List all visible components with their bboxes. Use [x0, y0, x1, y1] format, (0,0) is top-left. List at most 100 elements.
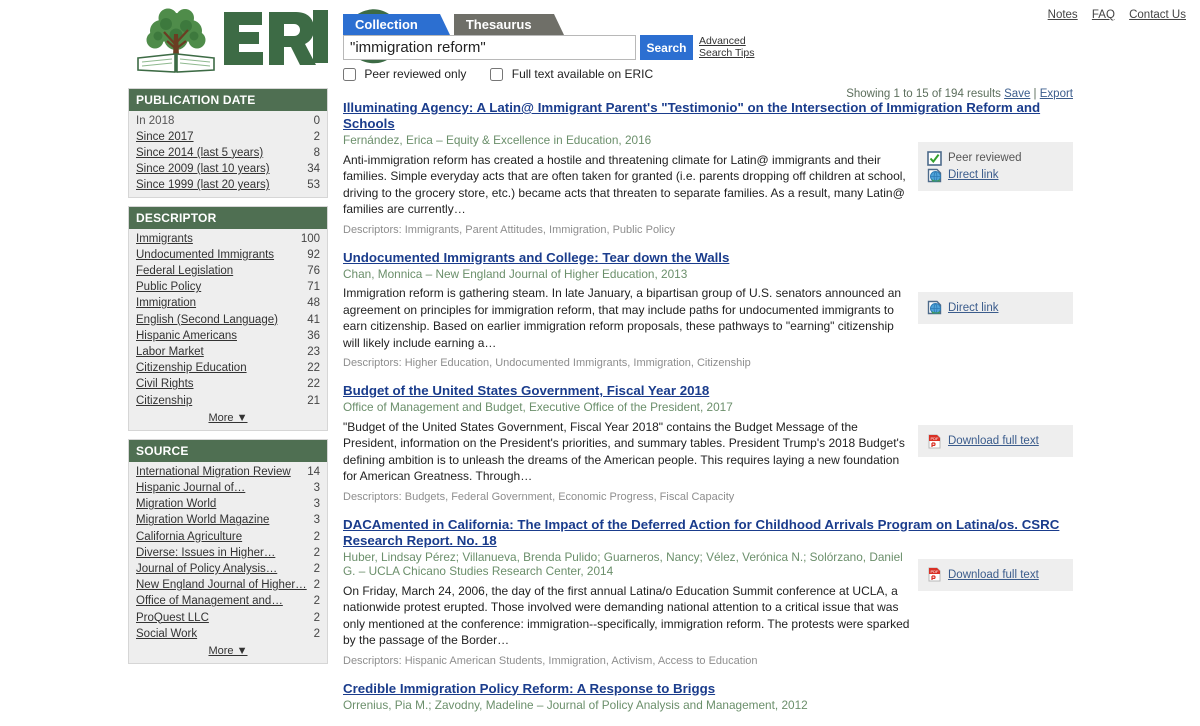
facet-item[interactable]: Public Policy 71: [136, 280, 320, 296]
full-text-checkbox[interactable]: [490, 68, 504, 82]
tab-collection-label: Collection: [355, 17, 418, 32]
result-author-source: Orrenius, Pia M.; Zavodny, Madeline – Jo…: [343, 697, 808, 712]
facet-item-label[interactable]: Civil Rights: [136, 378, 200, 391]
tab-collection[interactable]: Collection: [343, 14, 450, 35]
facet-item-label[interactable]: Federal Legislation: [136, 265, 239, 278]
full-text-filter[interactable]: Full text available on ERIC: [490, 67, 653, 82]
search-tips-link[interactable]: Search Tips: [699, 47, 754, 60]
facet-item-label[interactable]: Migration World: [136, 498, 222, 511]
facet-item-label[interactable]: Undocumented Immigrants: [136, 249, 280, 262]
facet-more-label[interactable]: More ▼: [208, 645, 247, 657]
facet-item-count: 14: [307, 465, 320, 478]
facet-item-label[interactable]: California Agriculture: [136, 531, 248, 544]
result-title-link[interactable]: Undocumented Immigrants and College: Tea…: [343, 250, 1063, 266]
contact-us-link[interactable]: Contact Us: [1129, 9, 1186, 21]
result-descriptors: Descriptors: Hispanic American Students,…: [343, 654, 758, 667]
facet-item-label[interactable]: Since 1999 (last 20 years): [136, 179, 276, 192]
save-results-link[interactable]: Save: [1004, 88, 1030, 100]
result-action-link[interactable]: Direct link: [948, 167, 998, 183]
tab-thesaurus-label: Thesaurus: [465, 17, 532, 32]
facet-item-list: In 2018 0 Since 2017 2 Since 2014 (last 5 ye…: [129, 111, 327, 197]
facet-item-label[interactable]: Diverse: Issues in Higher…: [136, 547, 281, 560]
facet-more-label[interactable]: More ▼: [208, 412, 247, 424]
facet-item[interactable]: Immigrants 100: [136, 231, 320, 247]
facet-item-count: 3: [313, 481, 320, 494]
facet-item[interactable]: Citizenship 21: [136, 393, 320, 409]
facet-item[interactable]: English (Second Language) 41: [136, 312, 320, 328]
tab-thesaurus[interactable]: Thesaurus: [453, 14, 564, 35]
facet-item[interactable]: International Migration Review 14: [136, 464, 320, 480]
facet-item: In 2018 0: [136, 113, 320, 129]
facet-item-count: 2: [313, 130, 320, 143]
result-action-link[interactable]: Download full text: [948, 433, 1039, 449]
result-descriptors: Descriptors: Budgets, Federal Government…: [343, 490, 735, 503]
facet-item[interactable]: Social Work 2: [136, 626, 320, 642]
facet-item-label[interactable]: Journal of Policy Analysis…: [136, 563, 283, 576]
facet-item-label[interactable]: New England Journal of Higher…: [136, 579, 313, 592]
facet-item[interactable]: ProQuest LLC 2: [136, 610, 320, 626]
facet-item-label[interactable]: Labor Market: [136, 346, 210, 359]
facet-item-label[interactable]: Public Policy: [136, 281, 207, 294]
facet-item[interactable]: Federal Legislation 76: [136, 263, 320, 279]
result-author-source: Huber, Lindsay Pérez; Villanueva, Brenda…: [343, 549, 903, 579]
facet-item[interactable]: Citizenship Education 22: [136, 361, 320, 377]
result-title-link[interactable]: Budget of the United States Government, …: [343, 383, 1063, 399]
facet-panel: PUBLICATION DATE In 2018 0 Since 2017 2 Since…: [128, 88, 328, 199]
facet-item-label[interactable]: Social Work: [136, 628, 203, 641]
facet-item-label[interactable]: Office of Management and…: [136, 595, 289, 608]
peer-reviewed-checkbox[interactable]: [343, 68, 356, 82]
result-action[interactable]: Direct link: [927, 167, 1064, 183]
facet-item-label[interactable]: Since 2009 (last 10 years): [136, 163, 276, 176]
facet-item[interactable]: Office of Management and… 2: [136, 594, 320, 610]
facet-item[interactable]: Hispanic Americans 36: [136, 328, 320, 344]
facet-item-label[interactable]: Immigrants: [136, 233, 199, 246]
facet-item[interactable]: Journal of Policy Analysis… 2: [136, 561, 320, 577]
facet-item-count: 41: [307, 313, 320, 326]
facet-item[interactable]: Since 1999 (last 20 years) 53: [136, 178, 320, 194]
advanced-search-link[interactable]: Advanced: [699, 35, 754, 48]
search-input[interactable]: [343, 35, 636, 60]
facet-more-toggle[interactable]: More ▼: [136, 409, 320, 427]
result-action[interactable]: Direct link: [927, 300, 1064, 316]
pdf-icon: PDF: [928, 434, 941, 448]
facet-item-label[interactable]: Since 2014 (last 5 years): [136, 147, 269, 160]
facet-item[interactable]: Since 2014 (last 5 years) 8: [136, 145, 320, 161]
facet-item-label[interactable]: Immigration: [136, 297, 202, 310]
facet-item[interactable]: California Agriculture 2: [136, 529, 320, 545]
search-button[interactable]: Search: [640, 35, 693, 60]
facet-item[interactable]: Hispanic Journal of… 3: [136, 480, 320, 496]
facet-item-count: 21: [307, 394, 320, 407]
facet-item[interactable]: Since 2009 (last 10 years) 34: [136, 162, 320, 178]
facet-item[interactable]: Labor Market 23: [136, 344, 320, 360]
facet-item-label[interactable]: ProQuest LLC: [136, 612, 215, 625]
result-action[interactable]: PDF Download full text: [927, 567, 1064, 583]
facet-item[interactable]: New England Journal of Higher… 2: [136, 578, 320, 594]
result-action[interactable]: PDF Download full text: [927, 433, 1064, 449]
facet-item-label[interactable]: Hispanic Americans: [136, 330, 243, 343]
peer-reviewed-filter[interactable]: Peer reviewed only: [343, 67, 466, 82]
facet-item-label[interactable]: Since 2017: [136, 131, 200, 144]
facet-item[interactable]: Diverse: Issues in Higher… 2: [136, 545, 320, 561]
facet-title: SOURCE: [129, 440, 327, 463]
facet-item[interactable]: Migration World Magazine 3: [136, 513, 320, 529]
result-action-link[interactable]: Direct link: [948, 300, 998, 316]
facet-item-label[interactable]: English (Second Language): [136, 314, 284, 327]
faq-link[interactable]: FAQ: [1092, 9, 1115, 21]
facet-item[interactable]: Since 2017 2: [136, 129, 320, 145]
facet-item[interactable]: Undocumented Immigrants 92: [136, 247, 320, 263]
result-title-link[interactable]: DACAmented in California: The Impact of …: [343, 517, 1063, 549]
facet-item-label[interactable]: Citizenship: [136, 395, 198, 408]
facet-item-label[interactable]: Hispanic Journal of…: [136, 482, 251, 495]
result-title-link[interactable]: Credible Immigration Policy Reform: A Re…: [343, 681, 1063, 697]
facet-item-label[interactable]: Citizenship Education: [136, 362, 253, 375]
export-results-link[interactable]: Export: [1040, 88, 1073, 100]
facet-item[interactable]: Migration World 3: [136, 497, 320, 513]
facet-item-label[interactable]: Migration World Magazine: [136, 514, 275, 527]
facet-item-label[interactable]: International Migration Review: [136, 466, 297, 479]
facet-item[interactable]: Immigration 48: [136, 296, 320, 312]
facet-more-toggle[interactable]: More ▼: [136, 642, 320, 660]
facet-item[interactable]: Civil Rights 22: [136, 377, 320, 393]
result-action-link[interactable]: Download full text: [948, 567, 1039, 583]
result-title-link[interactable]: Illuminating Agency: A Latin@ Immigrant …: [343, 100, 1063, 132]
eric-logo[interactable]: [128, 2, 328, 80]
